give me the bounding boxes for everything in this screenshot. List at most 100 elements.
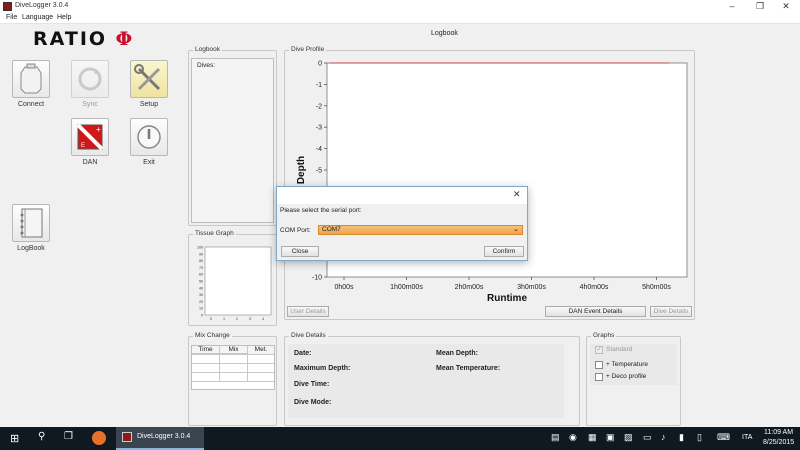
dialog-prompt: Please select the serial port: bbox=[280, 207, 362, 214]
mix-change-table: Time Mix Met. bbox=[191, 345, 275, 390]
exit-button[interactable] bbox=[130, 118, 168, 156]
dan-event-details-button[interactable]: DAN Event Details bbox=[545, 306, 646, 317]
dive-details-button[interactable]: Dive Details bbox=[650, 306, 692, 317]
y-tick-label: -10 bbox=[312, 275, 322, 282]
dives-list[interactable]: Dives: bbox=[191, 58, 274, 223]
logbook-button[interactable] bbox=[12, 204, 50, 242]
tissue-graph-title: Tissue Graph bbox=[193, 230, 236, 237]
exit-label: Exit bbox=[143, 159, 155, 166]
tray-icon-4[interactable]: ▣ bbox=[606, 432, 615, 443]
user-details-button[interactable]: User Details bbox=[287, 306, 329, 317]
notification-icon[interactable]: ▯ bbox=[697, 432, 702, 443]
tissue-y-tick-label: 0 bbox=[201, 314, 203, 318]
tissue-x-tick-label: 4 bbox=[262, 317, 264, 321]
com-port-value: COM7 bbox=[322, 226, 341, 233]
tissue-y-tick-label: 70 bbox=[199, 266, 203, 270]
svg-text:+: + bbox=[96, 125, 101, 134]
standard-label: Standard bbox=[606, 346, 633, 353]
mix-col-mix: Mix bbox=[220, 346, 248, 354]
tissue-plot-area bbox=[204, 246, 272, 316]
menu-help[interactable]: Help bbox=[57, 14, 71, 21]
window-title: DiveLogger 3.0.4 bbox=[15, 2, 69, 9]
dive-details-panel: Date: Maximum Depth: Dive Time: Dive Mod… bbox=[288, 344, 564, 418]
divelogger-icon bbox=[122, 432, 132, 442]
temperature-checkbox[interactable] bbox=[595, 361, 603, 369]
table-row bbox=[192, 373, 274, 382]
dan-flag-icon: E + bbox=[76, 123, 104, 151]
deco-profile-label: + Deco profile bbox=[606, 373, 647, 380]
clock-date[interactable]: 8/25/2015 bbox=[763, 439, 794, 446]
dialog-close-button[interactable]: Close bbox=[281, 246, 319, 257]
title-bar: DiveLogger 3.0.4 – ❐ ✕ bbox=[0, 0, 800, 13]
mean-depth-label: Mean Depth: bbox=[436, 350, 478, 357]
com-port-label: COM Port: bbox=[280, 227, 311, 234]
tissue-y-tick-label: 90 bbox=[199, 252, 203, 256]
connect-button[interactable] bbox=[12, 60, 50, 98]
maximize-button[interactable]: ❐ bbox=[746, 0, 774, 13]
taskbar-app-divelogger[interactable]: DiveLogger 3.0.4 bbox=[116, 427, 204, 450]
y-tick-label: 0 bbox=[318, 61, 322, 68]
dan-button[interactable]: E + bbox=[71, 118, 109, 156]
connect-icon bbox=[20, 63, 42, 94]
firefox-icon[interactable] bbox=[92, 431, 106, 445]
x-tick-label: 0h00s bbox=[334, 284, 354, 291]
header-logbook-label: Logbook bbox=[431, 30, 458, 37]
menu-language[interactable]: Language bbox=[22, 14, 53, 21]
dive-mode-label: Dive Mode: bbox=[294, 399, 332, 406]
tissue-y-tick-label: 20 bbox=[199, 300, 203, 304]
dive-details-group: Dive Details Date: Maximum Depth: Dive T… bbox=[284, 332, 580, 426]
menu-bar: File Language Help bbox=[0, 13, 800, 24]
volume-icon[interactable]: ♪ bbox=[661, 432, 666, 442]
tray-icon-3[interactable]: ▦ bbox=[588, 432, 597, 443]
tray-icon-2[interactable]: ◉ bbox=[569, 432, 577, 443]
y-tick-label: -4 bbox=[316, 146, 322, 153]
clock-time[interactable]: 11:09 AM bbox=[764, 429, 793, 436]
tissue-graph-group: Tissue Graph 100 90 80 70 60 50 40 30 20 10 0 0 1 2 3 4… bbox=[188, 230, 277, 326]
power-icon bbox=[137, 125, 161, 149]
y-axis-title: Depth bbox=[296, 156, 307, 184]
task-view-icon[interactable]: ❐ bbox=[64, 431, 73, 442]
minimize-button[interactable]: – bbox=[718, 0, 746, 13]
battery-icon[interactable]: ▭ bbox=[643, 432, 652, 443]
ratio-logo: RATIO Φ bbox=[33, 28, 135, 50]
serial-port-dialog: ✕ Please select the serial port: COM Por… bbox=[276, 186, 528, 261]
mix-col-met: Met. bbox=[254, 346, 268, 353]
y-tick-label: -1 bbox=[316, 82, 322, 89]
x-tick-label: 5h0m00s bbox=[642, 284, 671, 291]
connect-label: Connect bbox=[17, 101, 45, 108]
book-icon bbox=[20, 208, 43, 238]
dan-label: DAN bbox=[82, 159, 98, 166]
sync-icon bbox=[78, 67, 102, 91]
table-row bbox=[192, 364, 274, 373]
deco-profile-checkbox[interactable] bbox=[595, 373, 603, 381]
x-axis-title: Runtime bbox=[487, 293, 527, 304]
menu-file[interactable]: File bbox=[6, 14, 17, 21]
x-tick-label: 3h0m00s bbox=[517, 284, 546, 291]
tissue-y-tick-label: 80 bbox=[199, 259, 203, 263]
dive-time-label: Dive Time: bbox=[294, 381, 330, 388]
search-icon[interactable]: ⚲ bbox=[38, 431, 45, 442]
x-tick-label: 4h0m00s bbox=[580, 284, 609, 291]
network-icon[interactable]: ▮ bbox=[679, 432, 684, 443]
mean-temp-label: Mean Temperature: bbox=[436, 365, 501, 372]
standard-checkbox[interactable]: ✓ bbox=[595, 346, 603, 354]
keyboard-icon[interactable]: ⌨ bbox=[717, 432, 730, 443]
temperature-label: + Temperature bbox=[606, 361, 648, 368]
tray-icon-5[interactable]: ▨ bbox=[624, 432, 633, 443]
wrench-screwdriver-icon bbox=[134, 64, 161, 91]
dialog-close-icon[interactable]: ✕ bbox=[513, 189, 521, 200]
taskbar-app-label: DiveLogger 3.0.4 bbox=[137, 433, 191, 440]
sync-button[interactable] bbox=[71, 60, 109, 98]
dive-profile-chart: 0-1-2-3-4-5-6-7-8-9-100h00s1h00m00s2h0m0… bbox=[296, 61, 688, 304]
language-indicator[interactable]: ITA bbox=[742, 434, 752, 441]
com-port-select[interactable]: COM7 ⌄ bbox=[318, 225, 523, 235]
tray-icon-1[interactable]: ▤ bbox=[551, 432, 560, 443]
dialog-confirm-button[interactable]: Confirm bbox=[484, 246, 524, 257]
close-window-button[interactable]: ✕ bbox=[772, 0, 800, 13]
dive-details-title: Dive Details bbox=[289, 332, 328, 339]
setup-button[interactable] bbox=[130, 60, 168, 98]
tissue-x-tick-label: 2 bbox=[236, 317, 238, 321]
mix-change-group: Mix Change Time Mix Met. bbox=[188, 332, 277, 426]
max-depth-label: Maximum Depth: bbox=[294, 365, 351, 372]
windows-start-icon[interactable]: ⊞ bbox=[10, 432, 19, 445]
